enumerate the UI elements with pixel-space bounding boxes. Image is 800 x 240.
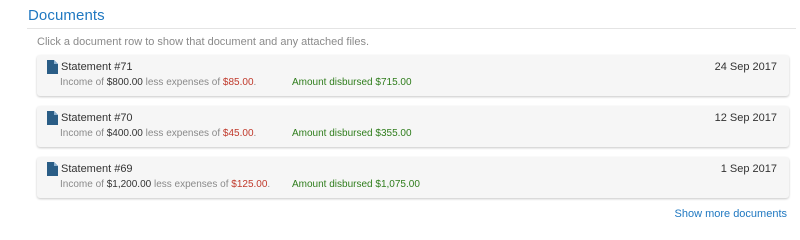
- income-label: Income of: [60, 77, 104, 88]
- show-more-documents-link[interactable]: Show more documents: [675, 208, 788, 220]
- document-row[interactable]: Statement #69 1 Sep 2017 Income of $1,20…: [37, 157, 789, 198]
- disbursed-amount: $355.00: [375, 128, 412, 139]
- disbursed-amount: $1,075.00: [375, 179, 420, 190]
- income-expenses-text: Income of $400.00 less expenses of $45.0…: [60, 128, 257, 139]
- disbursed-amount: $715.00: [375, 77, 412, 88]
- expenses-label: less expenses of: [145, 77, 221, 88]
- document-list: Statement #71 24 Sep 2017 Income of $800…: [37, 55, 789, 208]
- income-label: Income of: [60, 179, 104, 190]
- income-amount: $800.00: [106, 77, 143, 88]
- document-title: Statement #70: [61, 112, 133, 124]
- disbursed-text: Amount disbursed $355.00: [292, 128, 412, 139]
- document-row[interactable]: Statement #70 12 Sep 2017 Income of $400…: [37, 106, 789, 147]
- page-title: Documents: [28, 7, 105, 24]
- income-expenses-text: Income of $1,200.00 less expenses of $12…: [60, 179, 271, 190]
- disbursed-label: Amount disbursed: [292, 128, 373, 139]
- expenses-amount: $125.00: [231, 179, 268, 190]
- income-amount: $1,200.00: [106, 179, 152, 190]
- document-icon: [47, 162, 58, 176]
- expenses-label: less expenses of: [145, 128, 221, 139]
- document-date: 12 Sep 2017: [714, 112, 777, 124]
- income-amount: $400.00: [106, 128, 143, 139]
- income-label: Income of: [60, 128, 104, 139]
- document-icon: [47, 111, 58, 125]
- document-date: 1 Sep 2017: [720, 163, 777, 175]
- expenses-label: less expenses of: [153, 179, 229, 190]
- disbursed-label: Amount disbursed: [292, 179, 373, 190]
- disbursed-text: Amount disbursed $1,075.00: [292, 179, 420, 190]
- instruction-text: Click a document row to show that docume…: [37, 36, 370, 48]
- disbursed-label: Amount disbursed: [292, 77, 373, 88]
- disbursed-text: Amount disbursed $715.00: [292, 77, 412, 88]
- expenses-amount: $85.00: [222, 77, 254, 88]
- document-row[interactable]: Statement #71 24 Sep 2017 Income of $800…: [37, 55, 789, 96]
- document-title: Statement #71: [61, 61, 133, 73]
- document-icon: [47, 60, 58, 74]
- expenses-amount: $45.00: [222, 128, 254, 139]
- document-date: 24 Sep 2017: [714, 61, 777, 73]
- document-title: Statement #69: [61, 163, 133, 175]
- income-expenses-text: Income of $800.00 less expenses of $85.0…: [60, 77, 257, 88]
- title-divider: [27, 28, 796, 29]
